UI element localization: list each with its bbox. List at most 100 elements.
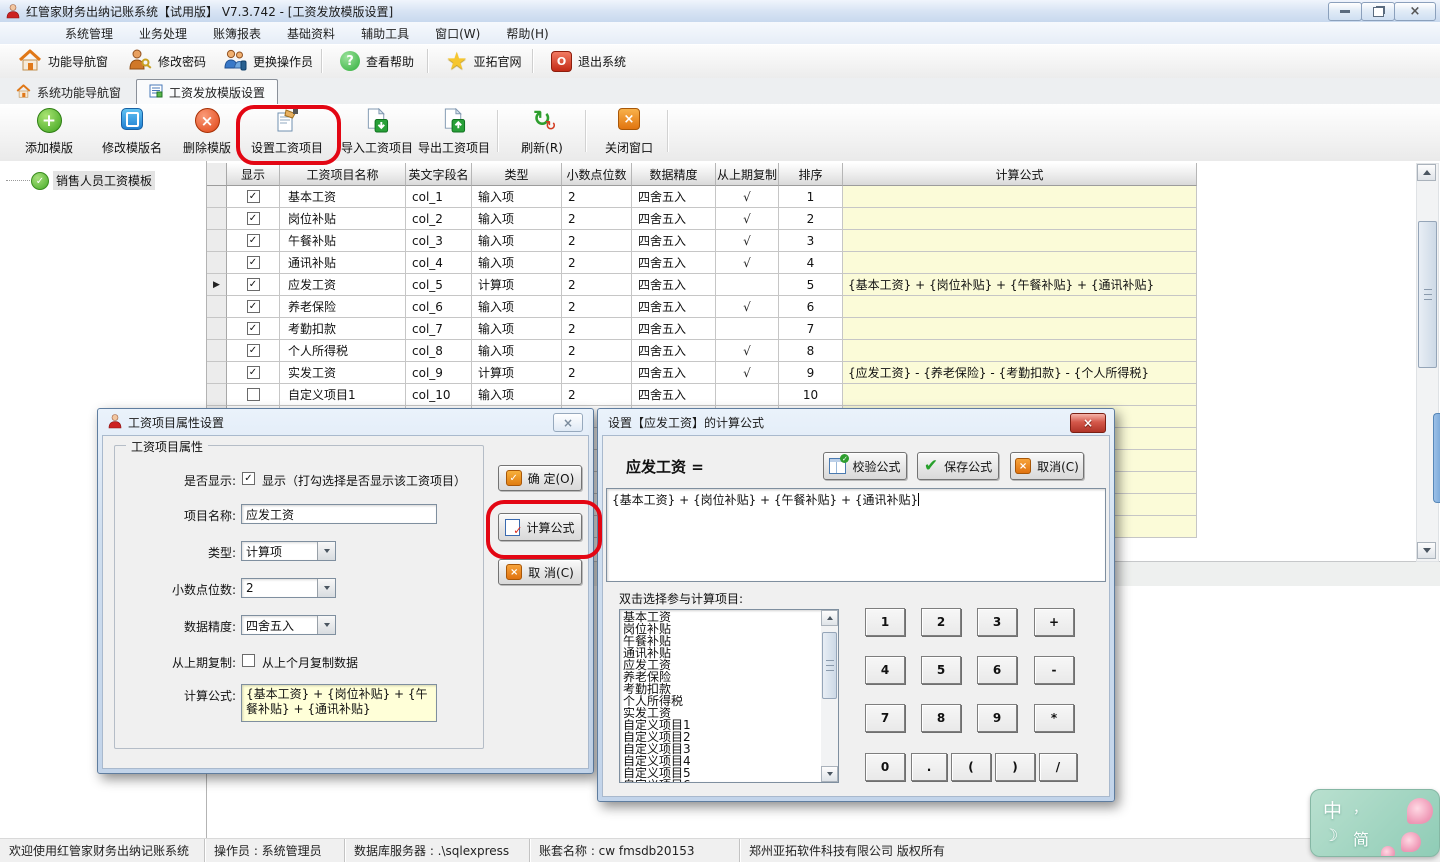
- copy-cell[interactable]: √: [716, 208, 779, 230]
- nav-window-button[interactable]: 功能导航窗: [10, 47, 116, 75]
- header-item-name[interactable]: 工资项目名称: [280, 163, 406, 186]
- show-checkbox-cell[interactable]: ✓: [227, 296, 280, 318]
- exit-system-button[interactable]: 退出系统: [543, 47, 634, 75]
- dialog1-close-button[interactable]: ×: [553, 413, 583, 432]
- order-cell[interactable]: 2: [779, 208, 843, 230]
- key-1[interactable]: 1: [865, 608, 905, 636]
- item-name-cell[interactable]: 午餐补贴: [280, 230, 406, 252]
- show-checkbox-cell[interactable]: ✓: [227, 230, 280, 252]
- item-name-input[interactable]: 应发工资: [241, 504, 437, 524]
- key-2[interactable]: 2: [921, 608, 961, 636]
- formula-textarea[interactable]: {基本工资} + {岗位补贴} + {午餐补贴} + {通讯补贴}: [241, 684, 437, 722]
- precision-cell[interactable]: 四舍五入: [632, 362, 716, 384]
- type-cell[interactable]: 输入项: [472, 384, 562, 406]
- key-plus[interactable]: +: [1034, 608, 1074, 636]
- list-item[interactable]: 岗位补贴: [620, 623, 821, 635]
- copy-cell[interactable]: [716, 384, 779, 406]
- item-name-cell[interactable]: 通讯补贴: [280, 252, 406, 274]
- table-row[interactable]: ✓ 实发工资 col_9 计算项 2 四舍五入 √ 9 {应发工资} - {养老…: [207, 362, 1197, 384]
- table-row[interactable]: ✓ 个人所得税 col_8 输入项 2 四舍五入 √ 8: [207, 340, 1197, 362]
- menu-help[interactable]: 帮助(H): [493, 23, 561, 44]
- formula-cell[interactable]: {基本工资} + {岗位补贴} + {午餐补贴} + {通讯补贴}: [843, 274, 1197, 296]
- key-8[interactable]: 8: [921, 704, 961, 732]
- precision-cell[interactable]: 四舍五入: [632, 208, 716, 230]
- type-cell[interactable]: 输入项: [472, 318, 562, 340]
- item-name-cell[interactable]: 养老保险: [280, 296, 406, 318]
- order-cell[interactable]: 10: [779, 384, 843, 406]
- list-item[interactable]: 自定义项目3: [620, 743, 821, 755]
- change-password-button[interactable]: 修改密码: [120, 47, 214, 75]
- formula-cell[interactable]: [843, 318, 1197, 340]
- formula-cell[interactable]: [843, 296, 1197, 318]
- ime-punctuation-indicator[interactable]: ，: [1353, 798, 1367, 818]
- key-4[interactable]: 4: [865, 656, 905, 684]
- key-minus[interactable]: -: [1034, 656, 1074, 684]
- field-cell[interactable]: col_7: [406, 318, 472, 340]
- order-cell[interactable]: 1: [779, 186, 843, 208]
- precision-cell[interactable]: 四舍五入: [632, 230, 716, 252]
- key-6[interactable]: 6: [977, 656, 1017, 684]
- table-row-current[interactable]: ▶ ✓ 应发工资 col_5 计算项 2 四舍五入 5 {基本工资} + {岗位…: [207, 274, 1197, 296]
- formula-cell[interactable]: [843, 252, 1197, 274]
- field-cell[interactable]: col_2: [406, 208, 472, 230]
- header-show[interactable]: 显示: [227, 163, 280, 186]
- copy-cell[interactable]: [716, 318, 779, 340]
- field-cell[interactable]: col_10: [406, 384, 472, 406]
- list-item[interactable]: 考勤扣款: [620, 683, 821, 695]
- key-3[interactable]: 3: [977, 608, 1017, 636]
- menu-reports[interactable]: 账簿报表: [200, 23, 274, 44]
- table-row[interactable]: ✓ 考勤扣款 col_7 输入项 2 四舍五入 7: [207, 318, 1197, 340]
- switch-operator-button[interactable]: 更换操作员: [215, 47, 321, 75]
- decimals-cell[interactable]: 2: [562, 318, 632, 340]
- field-cell[interactable]: col_3: [406, 230, 472, 252]
- menu-tools[interactable]: 辅助工具: [348, 23, 422, 44]
- show-checkbox-cell[interactable]: ✓: [227, 362, 280, 384]
- header-field-name[interactable]: 英文字段名: [406, 163, 472, 186]
- show-checkbox-cell[interactable]: ✓: [227, 252, 280, 274]
- close-button[interactable]: ×: [1394, 2, 1436, 21]
- refresh-button[interactable]: 刷新(R): [508, 107, 576, 157]
- moon-icon[interactable]: [1323, 826, 1338, 846]
- header-copy-previous[interactable]: 从上期复制: [716, 163, 779, 186]
- precision-cell[interactable]: 四舍五入: [632, 296, 716, 318]
- restore-button[interactable]: [1361, 2, 1395, 21]
- list-item[interactable]: 自定义项目4: [620, 755, 821, 767]
- decimals-cell[interactable]: 2: [562, 208, 632, 230]
- show-checkbox-cell[interactable]: [227, 384, 280, 406]
- key-9[interactable]: 9: [977, 704, 1017, 732]
- type-cell[interactable]: 输入项: [472, 208, 562, 230]
- key-5[interactable]: 5: [921, 656, 961, 684]
- order-cell[interactable]: 8: [779, 340, 843, 362]
- field-cell[interactable]: col_4: [406, 252, 472, 274]
- decimals-cell[interactable]: 2: [562, 296, 632, 318]
- copy-cell[interactable]: √: [716, 252, 779, 274]
- copy-previous-checkbox[interactable]: [242, 654, 255, 667]
- field-cell[interactable]: col_5: [406, 274, 472, 296]
- list-item[interactable]: 自定义项目6: [620, 779, 821, 783]
- view-help-button[interactable]: 查看帮助: [332, 47, 422, 75]
- item-name-cell[interactable]: 考勤扣款: [280, 318, 406, 340]
- precision-select[interactable]: 四舍五入: [241, 615, 336, 635]
- table-row[interactable]: ✓ 通讯补贴 col_4 输入项 2 四舍五入 √ 4: [207, 252, 1197, 274]
- order-cell[interactable]: 3: [779, 230, 843, 252]
- listbox-scrollbar[interactable]: [821, 610, 838, 782]
- list-item[interactable]: 应发工资: [620, 659, 821, 671]
- dialog2-title-bar[interactable]: 设置【应发工资】的计算公式 ×: [598, 409, 1114, 435]
- chevron-down-icon[interactable]: [317, 579, 335, 597]
- header-type[interactable]: 类型: [472, 163, 562, 186]
- item-name-cell[interactable]: 个人所得税: [280, 340, 406, 362]
- menu-business[interactable]: 业务处理: [126, 23, 200, 44]
- type-cell[interactable]: 输入项: [472, 252, 562, 274]
- list-item[interactable]: 养老保险: [620, 671, 821, 683]
- scroll-down-button[interactable]: [821, 766, 838, 782]
- show-checkbox-cell[interactable]: ✓: [227, 340, 280, 362]
- minimize-button[interactable]: [1328, 2, 1362, 21]
- add-template-button[interactable]: 添加模版: [11, 107, 87, 157]
- decimals-cell[interactable]: 2: [562, 362, 632, 384]
- item-name-cell[interactable]: 岗位补贴: [280, 208, 406, 230]
- table-row[interactable]: ✓ 岗位补贴 col_2 输入项 2 四舍五入 √ 2: [207, 208, 1197, 230]
- list-item[interactable]: 实发工资: [620, 707, 821, 719]
- table-row[interactable]: ✓ 养老保险 col_6 输入项 2 四舍五入 √ 6: [207, 296, 1197, 318]
- website-button[interactable]: 亚拓官网: [438, 47, 530, 75]
- order-cell[interactable]: 5: [779, 274, 843, 296]
